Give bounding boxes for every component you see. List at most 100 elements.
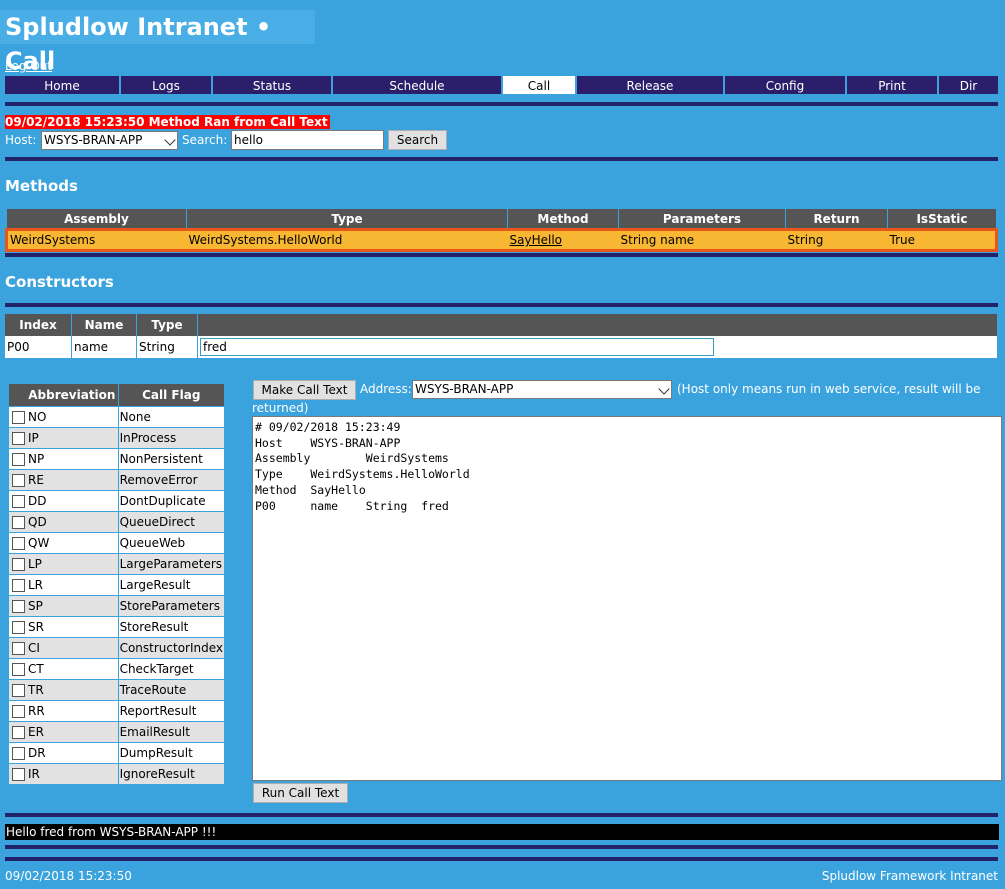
flag-name: DumpResult [117, 742, 226, 764]
tab-release[interactable]: Release [577, 76, 723, 94]
cell-abbreviation: ER [8, 721, 119, 743]
cell-parameters: String name [618, 228, 786, 252]
divider [5, 845, 998, 849]
call-text-area[interactable]: # 09/02/2018 15:23:49 Host WSYS-BRAN-APP… [252, 416, 1002, 781]
address-label: Address: [360, 382, 412, 396]
flag-abbreviation: NO [28, 410, 47, 424]
method-link[interactable]: SayHello [510, 233, 563, 247]
constructors-table: Index Name Type P00 name String fred [5, 314, 998, 358]
flag-abbreviation: QD [28, 515, 47, 529]
tab-home[interactable]: Home [5, 76, 119, 94]
table-row: SP StoreParameters [8, 595, 226, 617]
col-parameters: Parameters [618, 208, 786, 230]
table-header-row: Abbreviation Call Flag [8, 383, 226, 407]
flag-checkbox-ip[interactable] [12, 432, 25, 445]
tab-logs[interactable]: Logs [121, 76, 211, 94]
footer-timestamp: 09/02/2018 15:23:50 [5, 869, 132, 883]
flag-name: StoreParameters [117, 595, 226, 617]
tab-dir[interactable]: Dir [939, 76, 998, 94]
cell-abbreviation: QW [8, 532, 119, 554]
host-select-value: WSYS-BRAN-APP [44, 133, 143, 147]
flag-name: DontDuplicate [117, 490, 226, 512]
cell-return: String [785, 228, 888, 252]
run-call-text-button[interactable]: Run Call Text [253, 783, 348, 803]
table-row: LR LargeResult [8, 574, 226, 596]
flag-checkbox-no[interactable] [12, 411, 25, 424]
status-message: 09/02/2018 15:23:50 Method Ran from Call… [5, 115, 330, 129]
tab-call[interactable]: Call [503, 76, 575, 94]
table-row: DR DumpResult [8, 742, 226, 764]
flag-abbreviation: DR [28, 746, 46, 760]
tab-config[interactable]: Config [725, 76, 845, 94]
tab-print[interactable]: Print [847, 76, 937, 94]
table-row: NP NonPersistent [8, 448, 226, 470]
flag-checkbox-sr[interactable] [12, 621, 25, 634]
table-row: IP InProcess [8, 427, 226, 449]
chevron-down-icon [164, 134, 176, 146]
cell-abbreviation: NO [8, 406, 119, 428]
flag-name: ConstructorIndex [117, 637, 226, 659]
col-return: Return [785, 208, 888, 230]
col-isstatic: IsStatic [887, 208, 997, 230]
flag-checkbox-er[interactable] [12, 726, 25, 739]
col-index: Index [5, 314, 72, 336]
flag-checkbox-lr[interactable] [12, 579, 25, 592]
table-row: CT CheckTarget [8, 658, 226, 680]
flag-name: InProcess [117, 427, 226, 449]
cell-abbreviation: RE [8, 469, 119, 491]
table-row: DD DontDuplicate [8, 490, 226, 512]
table-row: QD QueueDirect [8, 511, 226, 533]
cell-abbreviation: TR [8, 679, 119, 701]
methods-heading: Methods [5, 177, 78, 195]
table-row: P00 name String fred [5, 336, 998, 358]
table-row: CI ConstructorIndex [8, 637, 226, 659]
flag-checkbox-dd[interactable] [12, 495, 25, 508]
flag-name: QueueWeb [117, 532, 226, 554]
search-label: Search: [182, 133, 228, 147]
make-call-text-button[interactable]: Make Call Text [253, 380, 356, 400]
cell-abbreviation: IP [8, 427, 119, 449]
constructor-value-input[interactable]: fred [200, 338, 714, 356]
host-select[interactable]: WSYS-BRAN-APP [41, 131, 178, 150]
table-row: RE RemoveError [8, 469, 226, 491]
cell-abbreviation: QD [8, 511, 119, 533]
flag-abbreviation: ER [28, 725, 44, 739]
cell-method: SayHello [507, 228, 619, 252]
col-type: Type [186, 208, 508, 230]
search-button[interactable]: Search [388, 130, 447, 150]
flag-checkbox-np[interactable] [12, 453, 25, 466]
flag-checkbox-dr[interactable] [12, 747, 25, 760]
flag-checkbox-re[interactable] [12, 474, 25, 487]
table-row[interactable]: WeirdSystems WeirdSystems.HelloWorld Say… [5, 228, 998, 252]
flag-abbreviation: QW [28, 536, 50, 550]
flag-name: ReportResult [117, 700, 226, 722]
flag-checkbox-lp[interactable] [12, 558, 25, 571]
divider [5, 857, 998, 861]
flag-abbreviation: NP [28, 452, 45, 466]
flag-abbreviation: TR [28, 683, 44, 697]
col-name: Name [71, 314, 137, 336]
flag-checkbox-rr[interactable] [12, 705, 25, 718]
table-row: RR ReportResult [8, 700, 226, 722]
flag-checkbox-qd[interactable] [12, 516, 25, 529]
tab-schedule[interactable]: Schedule [333, 76, 501, 94]
page-title: Spludlow Intranet • Call [0, 10, 315, 75]
logout-link[interactable]: Log Out [5, 59, 52, 73]
address-select[interactable]: WSYS-BRAN-APP [412, 380, 672, 399]
flag-checkbox-sp[interactable] [12, 600, 25, 613]
divider [5, 303, 998, 307]
cell-assembly: WeirdSystems [5, 228, 187, 252]
flag-checkbox-ct[interactable] [12, 663, 25, 676]
flag-checkbox-tr[interactable] [12, 684, 25, 697]
divider [5, 253, 998, 257]
flag-checkbox-ci[interactable] [12, 642, 25, 655]
search-input[interactable]: hello [231, 130, 384, 150]
cell-abbreviation: CI [8, 637, 119, 659]
flag-abbreviation: CT [28, 662, 44, 676]
col-call-flag: Call Flag [117, 383, 226, 407]
flag-checkbox-ir[interactable] [12, 768, 25, 781]
table-row: LP LargeParameters [8, 553, 226, 575]
flag-abbreviation: SR [28, 620, 44, 634]
tab-status[interactable]: Status [213, 76, 331, 94]
flag-checkbox-qw[interactable] [12, 537, 25, 550]
